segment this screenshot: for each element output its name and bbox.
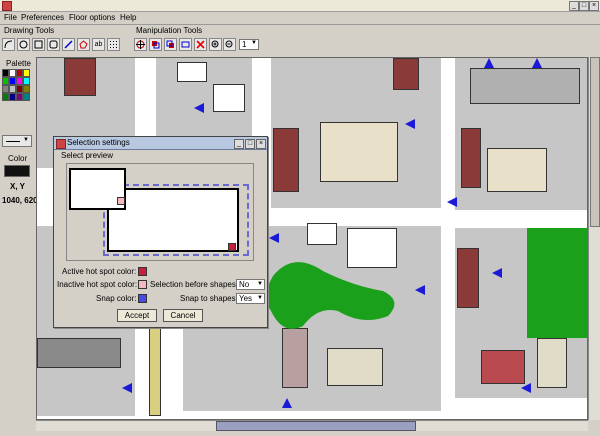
palette-swatch[interactable] [2,85,9,93]
snap-color-swatch[interactable] [138,294,147,303]
vertical-scroll-thumb[interactable] [590,57,600,227]
selection-before-select[interactable]: No ▼ [236,279,265,290]
polygon-tool-icon[interactable] [77,38,90,51]
minimize-button[interactable]: _ [569,1,579,11]
active-hotspot-color[interactable] [138,267,147,276]
dialog-title: Selection settings [67,138,130,147]
accept-button[interactable]: Accept [117,309,157,322]
close-window-button[interactable]: × [589,1,599,11]
dialog-close-button[interactable]: × [256,139,266,149]
selection-before-value: No [239,280,250,289]
selection-preview [66,163,254,261]
palette-swatch[interactable] [16,69,23,77]
horizontal-scroll-thumb[interactable] [216,421,416,431]
active-hotspot-label: Active hot spot color: [62,267,137,276]
maximize-button[interactable]: □ [579,1,589,11]
xy-value: 1040, 620 [2,196,38,205]
snap-color-label: Snap color: [96,294,137,303]
current-color-swatch[interactable] [4,165,30,177]
palette-swatch[interactable] [23,69,30,77]
arc-tool-icon[interactable] [2,38,15,51]
palette-swatch[interactable] [23,93,30,101]
palette-swatch[interactable] [9,77,16,85]
zoom-select[interactable]: 1 ▼ [239,39,259,50]
horizontal-scrollbar[interactable] [36,420,588,431]
palette-swatch[interactable] [2,93,9,101]
dialog-app-icon [56,139,66,149]
inactive-hotspot [117,197,125,205]
palette-swatch[interactable] [23,85,30,93]
line-style-select[interactable]: ▼ [2,135,32,147]
chevron-down-icon: ▼ [23,137,29,143]
color-label: Color [8,154,28,163]
chevron-down-icon: ▼ [257,281,263,287]
palette-swatch[interactable] [2,69,9,77]
line-tool-icon[interactable] [62,38,75,51]
bring-front-icon[interactable] [149,38,162,51]
snap-to-shapes-value: Yes [239,294,253,303]
palette-swatch[interactable] [2,77,9,85]
menu-floor-options[interactable]: Floor options [69,13,115,22]
palette-swatch[interactable] [16,93,23,101]
ellipse-tool-icon[interactable] [17,38,30,51]
zoom-out-icon[interactable] [223,38,236,51]
menu-preferences[interactable]: Preferences [21,13,64,22]
text-tool-icon[interactable]: ab [92,38,105,51]
manipulation-tools-label: Manipulation Tools [136,26,203,35]
palette-swatch[interactable] [9,69,16,77]
vertical-scrollbar[interactable] [588,57,600,420]
preview-shape-b [107,188,239,252]
zoom-value: 1 [242,40,247,49]
cancel-button[interactable]: Cancel [163,309,203,322]
palette-swatch[interactable] [16,85,23,93]
rounded-rect-tool-icon[interactable] [47,38,60,51]
palette-swatch[interactable] [9,85,16,93]
snap-to-shapes-label: Snap to shapes: [180,294,238,303]
selection-settings-dialog: Selection settings _ □ × Select preview … [53,136,268,328]
selection-before-label: Selection before shapes: [150,280,239,289]
group-icon[interactable] [179,38,192,51]
app-icon [2,1,12,11]
palette-swatch[interactable] [23,77,30,85]
menu-bar: File Preferences Floor options Help [0,12,600,24]
palette-swatch[interactable] [16,77,23,85]
delete-icon[interactable] [194,38,207,51]
inactive-hotspot-label: Inactive hot spot color: [57,280,138,289]
palette-swatch[interactable] [9,93,16,101]
active-hotspot [228,243,236,251]
menu-help[interactable]: Help [120,13,136,22]
palette-grid [2,69,32,117]
chevron-down-icon: ▼ [257,295,263,301]
drawing-tools-label: Drawing Tools [4,26,55,35]
palette-label: Palette [6,59,31,68]
send-back-icon[interactable] [164,38,177,51]
preview-label: Select preview [61,151,114,160]
menu-separator [0,24,600,25]
dialog-maximize-button[interactable]: □ [245,139,255,149]
grid-tool-icon[interactable] [107,38,120,51]
dialog-minimize-button[interactable]: _ [234,139,244,149]
zoom-in-icon[interactable] [209,38,222,51]
chevron-down-icon: ▼ [251,40,257,46]
inactive-hotspot-color[interactable] [138,280,147,289]
xy-label: X, Y [10,182,25,191]
rectangle-tool-icon[interactable] [32,38,45,51]
menu-file[interactable]: File [4,13,17,22]
window-titlebar: _ □ × [0,0,600,12]
dialog-titlebar: Selection settings _ □ × [54,137,267,150]
select-tool-icon[interactable] [134,38,147,51]
snap-to-shapes-select[interactable]: Yes ▼ [236,293,265,304]
